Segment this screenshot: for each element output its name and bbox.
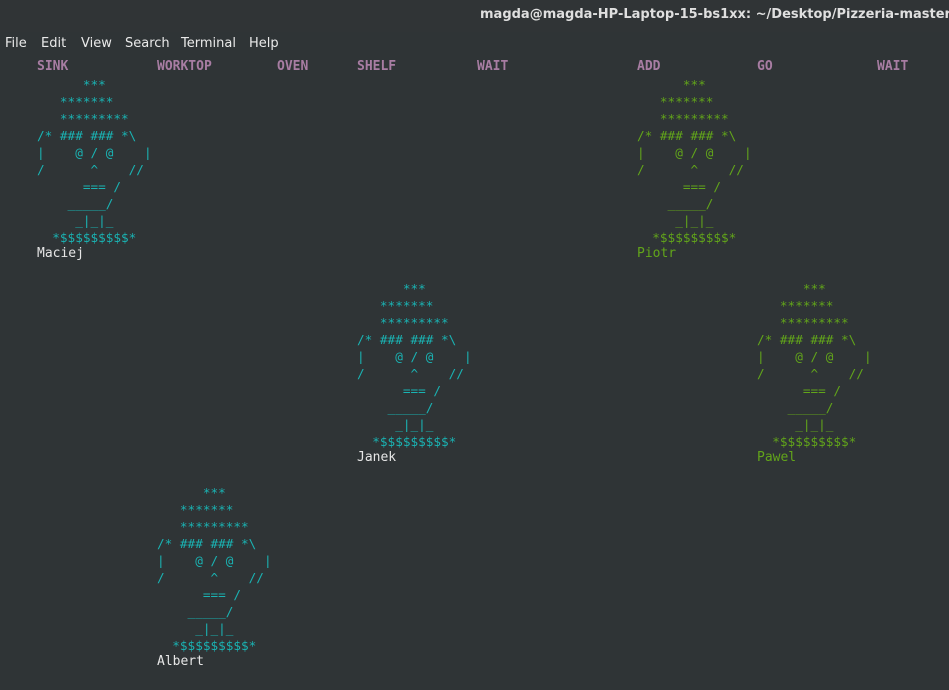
header-worktop: WORKTOP bbox=[157, 59, 212, 74]
chef-face-art: *** ******* ********* /* ### ### *\ | @ … bbox=[37, 77, 152, 245]
header-go: GO bbox=[757, 59, 773, 74]
header-oven: OVEN bbox=[277, 59, 309, 74]
menu-terminal[interactable]: Terminal bbox=[180, 36, 237, 51]
header-wait-2: WAIT bbox=[877, 59, 909, 74]
terminal-output[interactable]: SINK WORKTOP OVEN SHELF WAIT ADD GO WAIT… bbox=[0, 56, 949, 690]
header-add: ADD bbox=[637, 59, 661, 74]
menu-view[interactable]: View bbox=[80, 36, 113, 51]
chef-face-art: *** ******* ********* /* ### ### *\ | @ … bbox=[757, 281, 872, 449]
chef-name: Pawel bbox=[757, 450, 797, 465]
chef-name: Janek bbox=[357, 450, 397, 465]
window-titlebar[interactable]: magda@magda-HP-Laptop-15-bs1xx: ~/Deskto… bbox=[0, 0, 949, 32]
header-wait: WAIT bbox=[477, 59, 509, 74]
menu-edit[interactable]: Edit bbox=[40, 36, 67, 51]
header-sink: SINK bbox=[37, 59, 69, 74]
menu-file[interactable]: File bbox=[4, 36, 28, 51]
chef-name: Albert bbox=[157, 654, 204, 669]
chef-face-art: *** ******* ********* /* ### ### *\ | @ … bbox=[357, 281, 472, 449]
window-title: magda@magda-HP-Laptop-15-bs1xx: ~/Deskto… bbox=[480, 7, 949, 22]
header-shelf: SHELF bbox=[357, 59, 397, 74]
chef-name: Maciej bbox=[37, 246, 84, 261]
menu-search[interactable]: Search bbox=[124, 36, 171, 51]
chef-face-art: *** ******* ********* /* ### ### *\ | @ … bbox=[157, 485, 272, 653]
menu-bar: File Edit View Search Terminal Help bbox=[0, 32, 949, 56]
chef-face-art: *** ******* ********* /* ### ### *\ | @ … bbox=[637, 77, 752, 245]
menu-help[interactable]: Help bbox=[248, 36, 280, 51]
chef-name: Piotr bbox=[637, 246, 677, 261]
